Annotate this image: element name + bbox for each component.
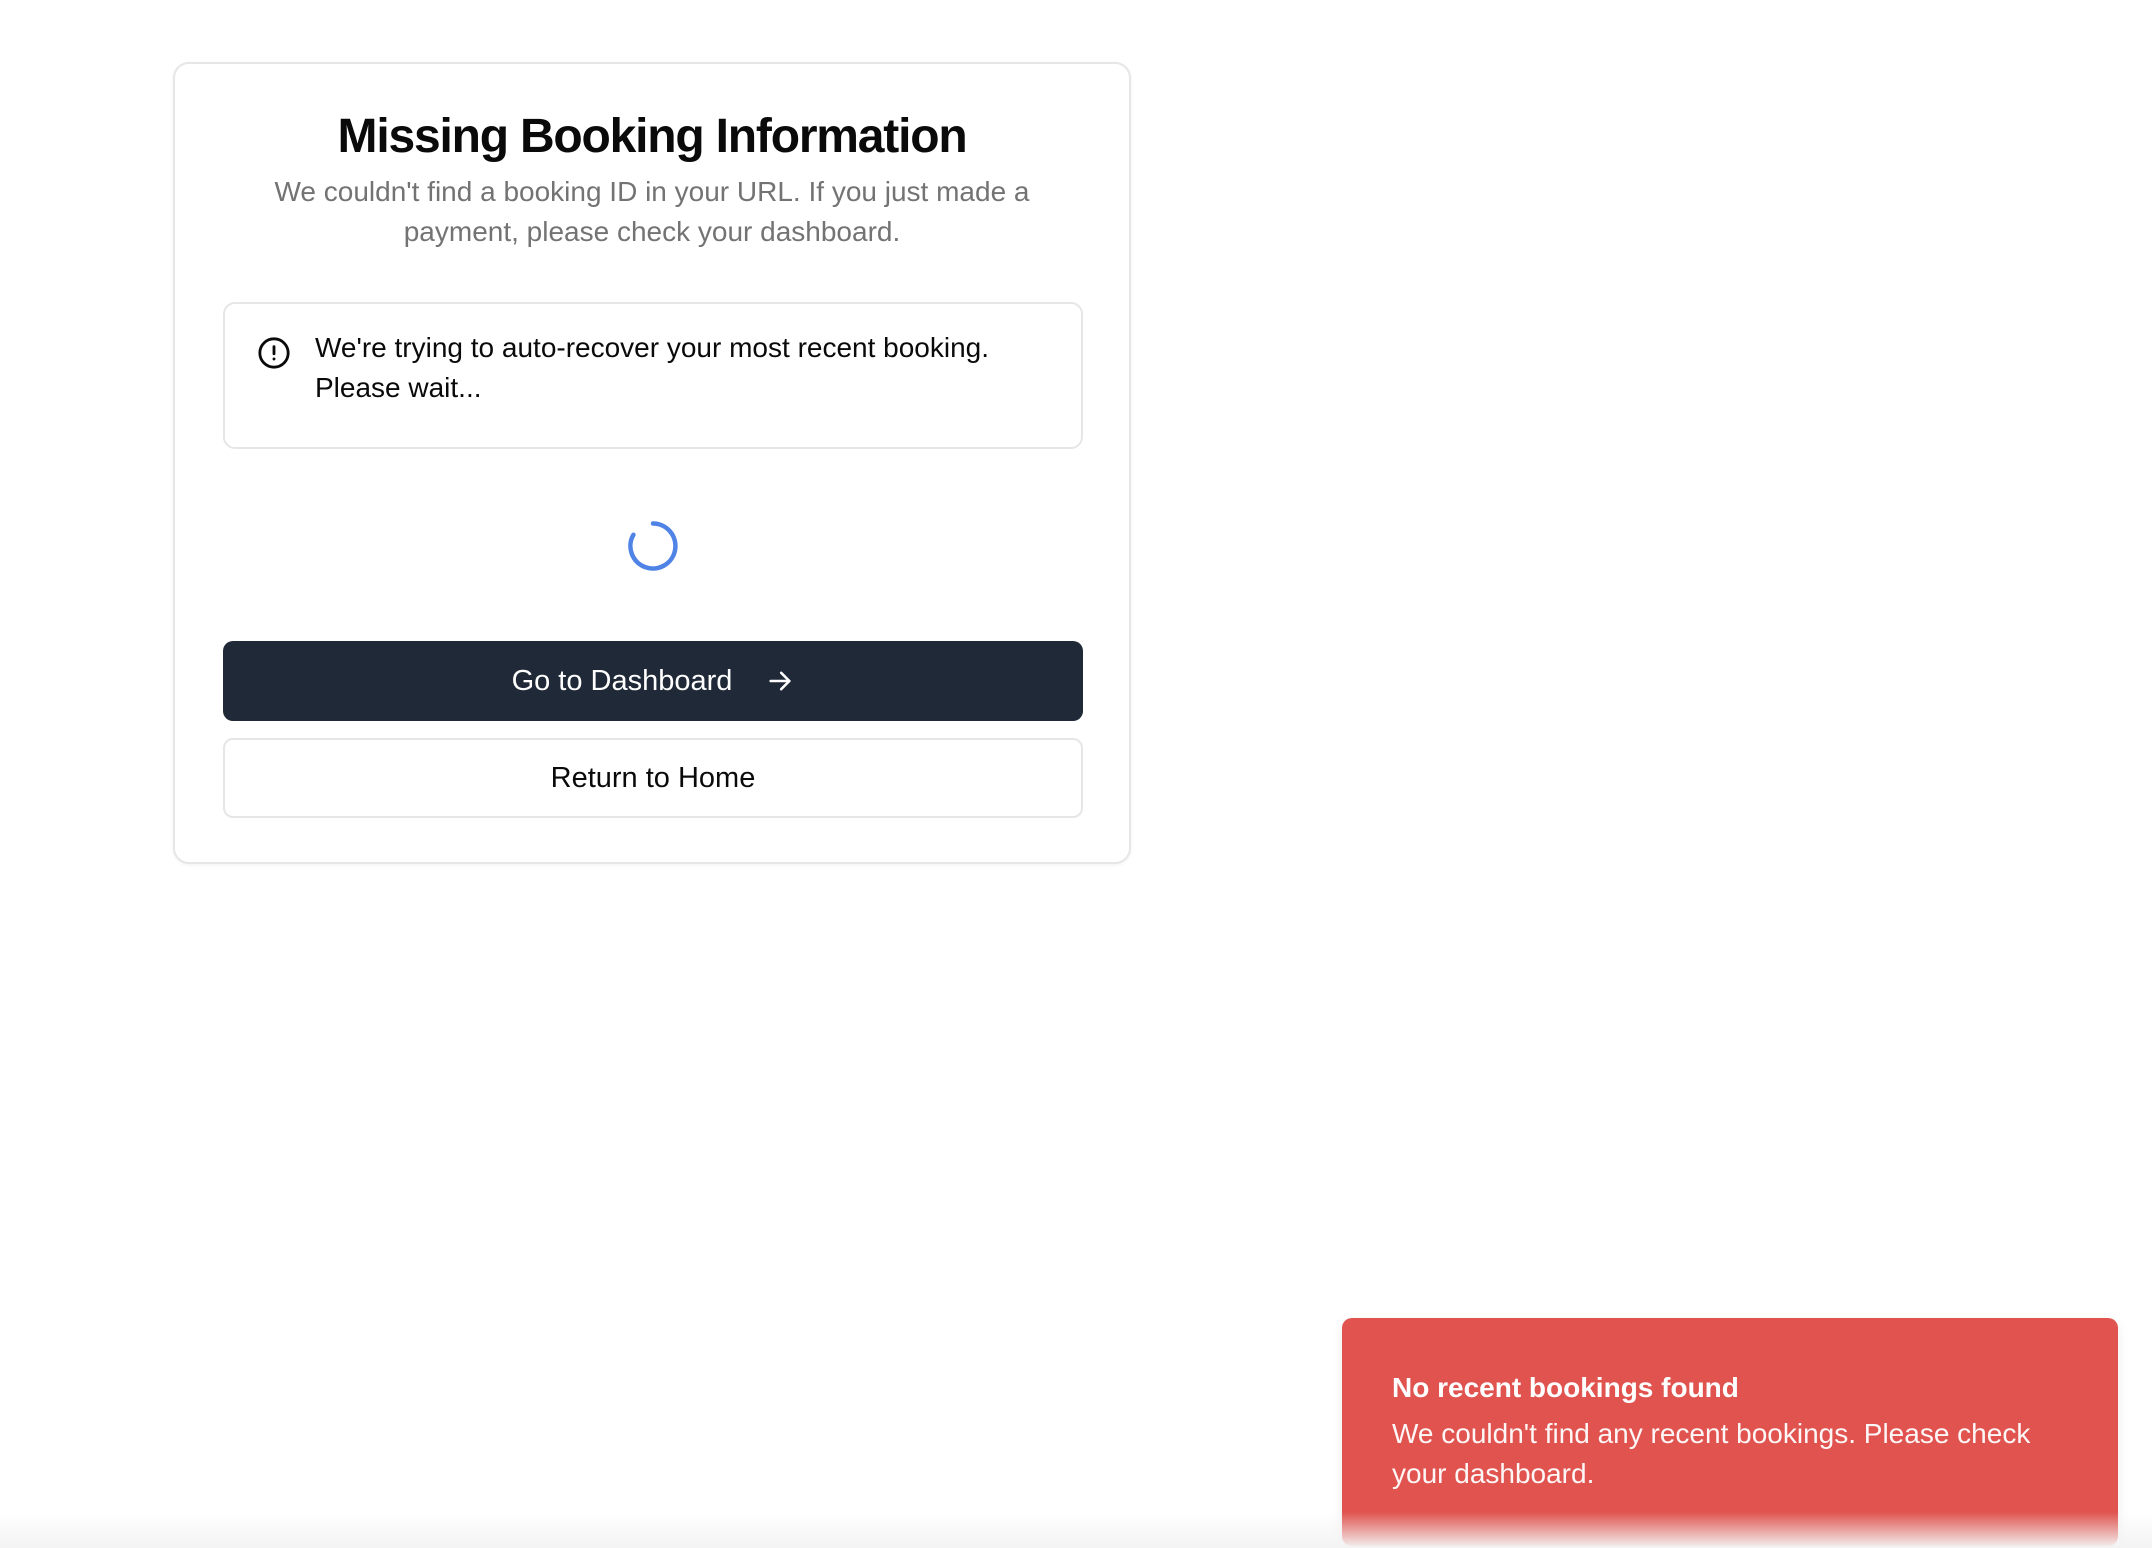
loading-spinner-icon [628, 521, 678, 571]
toast-description: We couldn't find any recent bookings. Pl… [1392, 1418, 2031, 1489]
go-to-dashboard-label: Go to Dashboard [511, 664, 733, 697]
page-subtitle: We couldn't find a booking ID in your UR… [274, 176, 1030, 247]
page-title: Missing Booking Information [337, 110, 968, 163]
arrow-right-icon [769, 671, 792, 691]
missing-booking-card: Missing Booking Information We couldn't … [173, 62, 1131, 864]
toast-title: No recent bookings found [1392, 1372, 1739, 1403]
page: Missing Booking Information We couldn't … [0, 0, 2152, 1548]
bottom-edge-shadow [0, 1512, 2152, 1548]
alert-circle-icon [258, 337, 290, 369]
go-to-dashboard-button[interactable]: Go to Dashboard [223, 641, 1083, 721]
alert-message: We're trying to auto-recover your most r… [315, 332, 990, 403]
return-to-home-button[interactable]: Return to Home [223, 738, 1083, 818]
recovery-alert: We're trying to auto-recover your most r… [223, 302, 1083, 449]
return-to-home-label: Return to Home [550, 761, 756, 794]
